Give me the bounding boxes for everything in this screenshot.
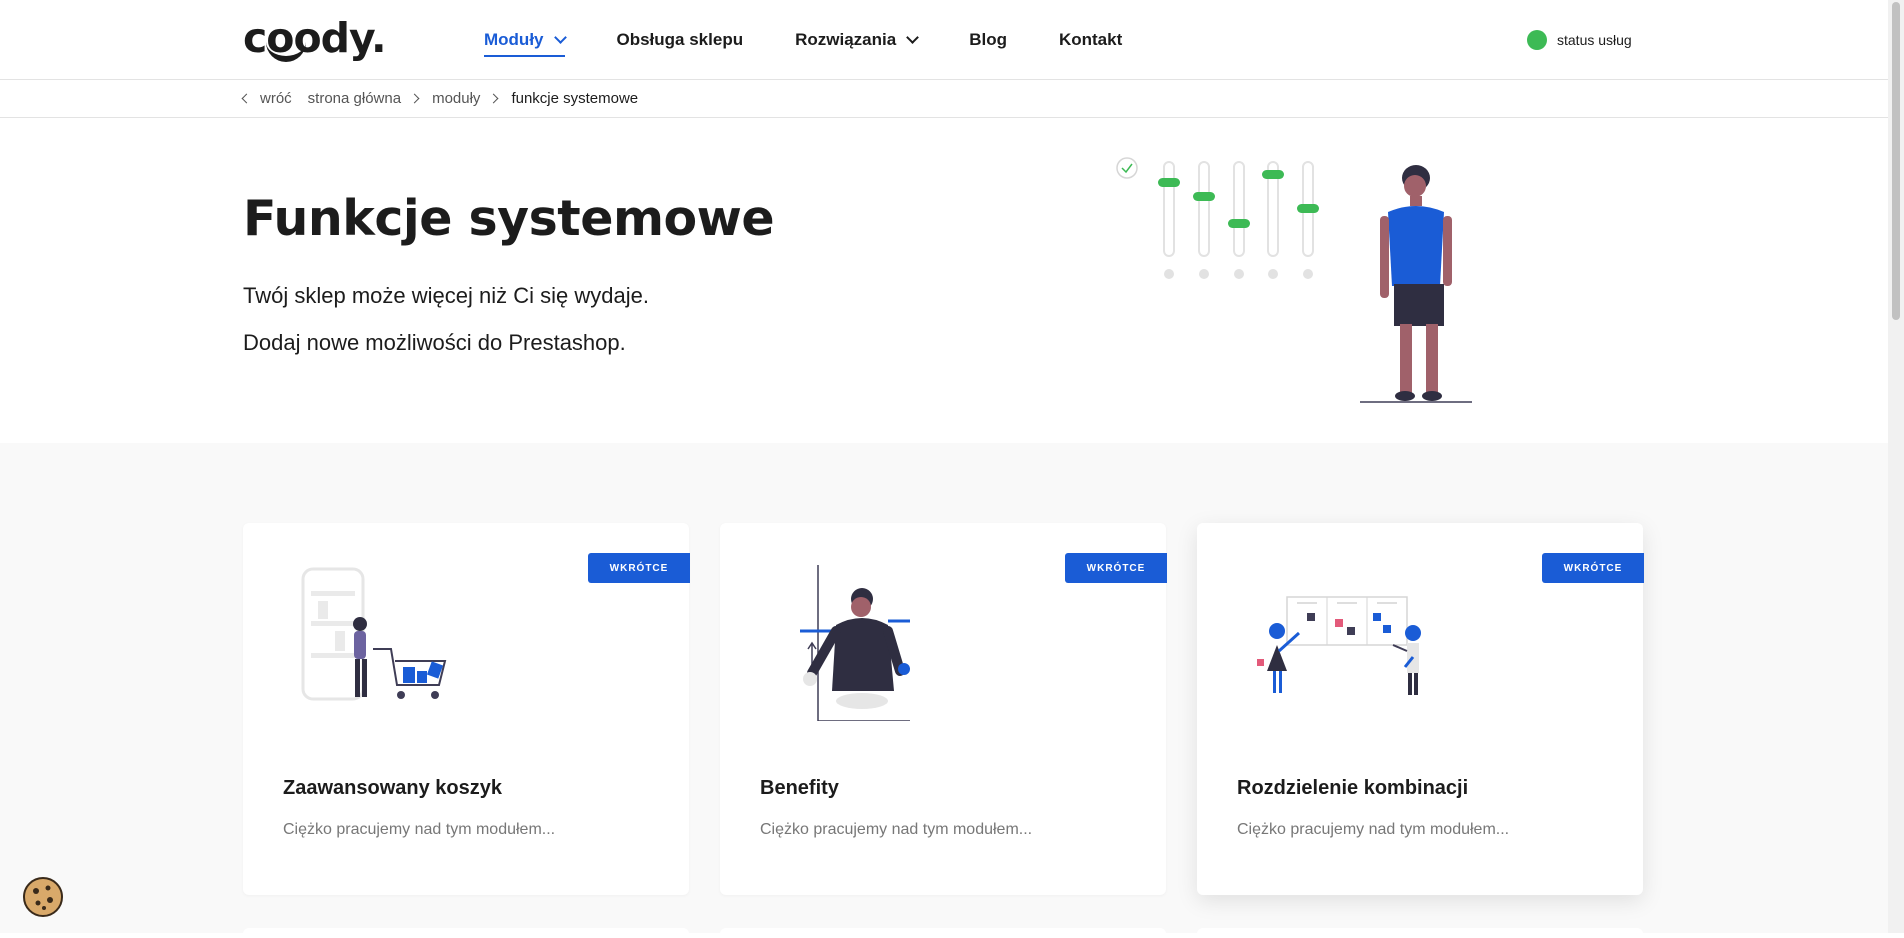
breadcrumb-item-modules[interactable]: moduły bbox=[432, 90, 480, 107]
site-header: coody. Moduły Obsługa sklepu Rozwiązania… bbox=[0, 0, 1888, 80]
nav-item-rozwiazania[interactable]: Rozwiązania bbox=[795, 0, 920, 79]
card-description: Ciężko pracujemy nad tym modułem... bbox=[283, 821, 556, 838]
nav-label: Rozwiązania bbox=[795, 29, 897, 49]
breadcrumb: wróć strona główna moduły funkcje system… bbox=[0, 80, 1888, 118]
card-title: Rozdzielenie kombinacji bbox=[1237, 777, 1469, 799]
status-label: status usług bbox=[1557, 32, 1632, 48]
card-title: Zaawansowany koszyk bbox=[283, 777, 502, 799]
hero-illustration bbox=[1116, 157, 1472, 403]
benefits-illustration bbox=[800, 565, 910, 721]
logo[interactable]: coody. bbox=[243, 14, 387, 62]
status-badge: WKRÓTCE bbox=[1065, 553, 1167, 583]
page-scrollbar[interactable] bbox=[1888, 0, 1904, 933]
breadcrumb-current: funkcje systemowe bbox=[511, 90, 639, 107]
hero-text-line2: Dodaj nowe możliwości do Prestashop. bbox=[243, 330, 626, 355]
module-card[interactable]: WKRÓTCE Benefity Ciężko pracujemy nad ty… bbox=[720, 523, 1167, 895]
nav-item-kontakt[interactable]: Kontakt bbox=[1059, 0, 1122, 79]
modules-grid: WKRÓTCE Zaawansowany koszyk Ciężko pracu… bbox=[0, 443, 1888, 938]
main-nav: Moduły Obsługa sklepu Rozwiązania Blog K… bbox=[484, 0, 1174, 79]
scrollbar-thumb[interactable] bbox=[1892, 2, 1900, 320]
nav-label: Obsługa sklepu bbox=[616, 29, 744, 49]
nav-label: Moduły bbox=[484, 29, 544, 49]
service-status-link[interactable]: status usług bbox=[1527, 30, 1632, 50]
cookie-icon[interactable] bbox=[22, 876, 64, 918]
combinations-illustration bbox=[1257, 596, 1421, 695]
card-description: Ciężko pracujemy nad tym modułem... bbox=[760, 821, 1033, 838]
card-description: Ciężko pracujemy nad tym modułem... bbox=[1237, 821, 1510, 838]
chevron-down-icon bbox=[553, 30, 567, 44]
chevron-right-icon bbox=[488, 93, 499, 104]
cart-illustration bbox=[301, 567, 447, 701]
nav-item-moduly[interactable]: Moduły bbox=[484, 0, 567, 79]
nav-label: Blog bbox=[969, 29, 1007, 49]
module-card[interactable]: WKRÓTCE Zaawansowany koszyk Ciężko pracu… bbox=[243, 523, 690, 895]
hero-text-line1: Twój sklep może więcej niż Ci się wydaje… bbox=[243, 283, 649, 308]
chevron-left-icon bbox=[241, 93, 252, 104]
module-card-partial[interactable] bbox=[243, 928, 689, 938]
status-dot-icon bbox=[1527, 30, 1547, 50]
chevron-right-icon bbox=[409, 93, 420, 104]
page-title: Funkcje systemowe bbox=[243, 190, 775, 247]
breadcrumb-inner: wróć strona główna moduły funkcje system… bbox=[241, 80, 639, 117]
module-card-partial[interactable] bbox=[720, 928, 1166, 938]
breadcrumb-item-home[interactable]: strona główna bbox=[308, 90, 401, 107]
hero-section: Funkcje systemowe Twój sklep może więcej… bbox=[0, 118, 1888, 443]
nav-item-obsluga-sklepu[interactable]: Obsługa sklepu bbox=[617, 0, 744, 79]
chevron-down-icon bbox=[906, 30, 920, 44]
status-badge: WKRÓTCE bbox=[588, 553, 690, 583]
module-card-partial[interactable] bbox=[1197, 928, 1643, 938]
card-title: Benefity bbox=[760, 777, 839, 799]
nav-item-blog[interactable]: Blog bbox=[969, 0, 1007, 79]
module-card[interactable]: WKRÓTCE Rozdzielenie kombinacji Ciężko p… bbox=[1197, 523, 1644, 895]
status-badge: WKRÓTCE bbox=[1542, 553, 1644, 583]
breadcrumb-back[interactable]: wróć bbox=[260, 90, 292, 107]
nav-label: Kontakt bbox=[1058, 29, 1123, 49]
